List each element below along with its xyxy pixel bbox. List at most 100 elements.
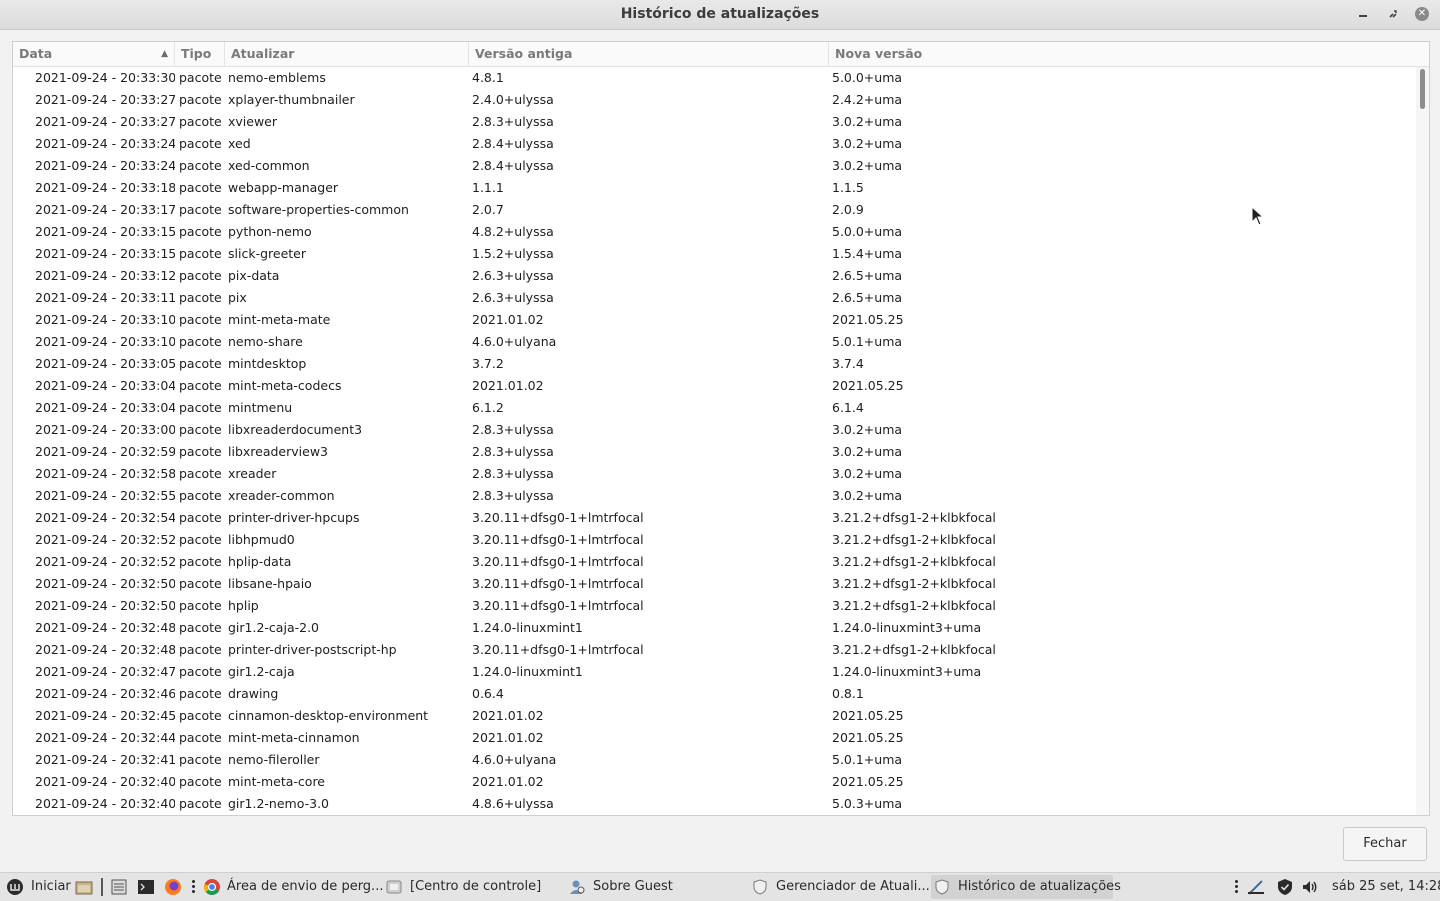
table-row[interactable]: 2021-09-24 - 20:32:41 pacote nemo-fileroll…: [13, 749, 1415, 771]
cell-date: 2021-09-24 - 20:32:45: [35, 708, 175, 723]
cell-old-version: 4.8.1: [472, 70, 504, 85]
firefox-icon: [165, 879, 181, 895]
cell-old-version: 3.20.11+dfsg0-1+lmtrfocal: [472, 598, 644, 613]
window-titlebar[interactable]: Histórico de atualizações ✕: [0, 0, 1440, 30]
table-row[interactable]: 2021-09-24 - 20:32:59 pacote libxreadervie…: [13, 441, 1415, 463]
table-row[interactable]: 2021-09-24 - 20:33:30 pacote nemo-emblems 4…: [13, 67, 1415, 89]
table-row[interactable]: 2021-09-24 - 20:32:54 pacote printer-drive…: [13, 507, 1415, 529]
table-row[interactable]: 2021-09-24 - 20:33:17 pacote software-prop…: [13, 199, 1415, 221]
table-row[interactable]: 2021-09-24 - 20:32:52 pacote libhpmud0 3.20…: [13, 529, 1415, 551]
table-row[interactable]: 2021-09-24 - 20:32:44 pacote mint-meta-cin…: [13, 727, 1415, 749]
cell-new-version: 1.5.4+uma: [832, 246, 903, 261]
table-row[interactable]: 2021-09-24 - 20:32:48 pacote gir1.2-caja-2…: [13, 617, 1415, 639]
launcher-keyboard[interactable]: [110, 873, 130, 901]
start-menu-label: Iniciar: [31, 879, 71, 894]
cell-old-version: 2.4.0+ulyssa: [472, 92, 554, 107]
cell-package: pix: [228, 290, 247, 305]
table-row[interactable]: 2021-09-24 - 20:32:55 pacote xreader-commo…: [13, 485, 1415, 507]
table-row[interactable]: 2021-09-24 - 20:32:46 pacote drawing 0.6.4 0…: [13, 683, 1415, 705]
launcher-files[interactable]: [75, 873, 95, 901]
table-row[interactable]: 2021-09-24 - 20:32:48 pacote printer-drive…: [13, 639, 1415, 661]
scrollbar-thumb[interactable]: [1420, 69, 1425, 109]
column-header-package[interactable]: Atualizar: [225, 42, 469, 66]
table-row[interactable]: 2021-09-24 - 20:33:24 pacote xed-common 2.8…: [13, 155, 1415, 177]
cell-type: pacote: [179, 752, 222, 767]
table-row[interactable]: 2021-09-24 - 20:33:04 pacote mintmenu 6.1.2…: [13, 397, 1415, 419]
cell-new-version: 1.24.0-linuxmint3+uma: [832, 664, 982, 679]
table-row[interactable]: 2021-09-24 - 20:33:10 pacote nemo-share 4.6…: [13, 331, 1415, 353]
table-row[interactable]: 2021-09-24 - 20:33:12 pacote pix-data 2.6.3…: [13, 265, 1415, 287]
cell-package: mintmenu: [228, 400, 293, 415]
launcher-terminal[interactable]: [137, 873, 157, 901]
cell-type: pacote: [179, 180, 222, 195]
table-row[interactable]: 2021-09-24 - 20:32:40 pacote mint-meta-cor…: [13, 771, 1415, 793]
table-row[interactable]: 2021-09-24 - 20:33:27 pacote xplayer-thumb…: [13, 89, 1415, 111]
column-header-new-version[interactable]: Nova versão: [829, 42, 1429, 66]
cell-type: pacote: [179, 664, 222, 679]
table-row[interactable]: 2021-09-24 - 20:32:50 pacote libsane-hpaio…: [13, 573, 1415, 595]
control-center-icon: [386, 880, 402, 894]
table-row[interactable]: 2021-09-24 - 20:33:15 pacote python-nemo 4.…: [13, 221, 1415, 243]
launcher-separator: [101, 878, 103, 896]
taskbar-window-update-manager[interactable]: Gerenciador de Atuali...: [749, 873, 930, 901]
minimize-button[interactable]: [1354, 5, 1372, 23]
shield-icon: [935, 879, 949, 895]
cell-old-version: 3.20.11+dfsg0-1+lmtrfocal: [472, 510, 644, 525]
taskbar-window-update-history[interactable]: Histórico de atualizações: [931, 875, 1121, 899]
cell-date: 2021-09-24 - 20:33:15: [35, 224, 175, 239]
cell-date: 2021-09-24 - 20:32:46: [35, 686, 175, 701]
tray-overflow-icon[interactable]: [1235, 880, 1238, 894]
cell-package: gir1.2-caja: [228, 664, 295, 679]
table-row[interactable]: 2021-09-24 - 20:33:04 pacote mint-meta-cod…: [13, 375, 1415, 397]
close-button[interactable]: Fechar: [1343, 827, 1427, 861]
table-row[interactable]: 2021-09-24 - 20:32:52 pacote hplip-data 3.2…: [13, 551, 1415, 573]
cell-type: pacote: [179, 466, 222, 481]
cell-date: 2021-09-24 - 20:33:12: [35, 268, 175, 283]
cell-new-version: 5.0.1+uma: [832, 752, 903, 767]
table-row[interactable]: 2021-09-24 - 20:32:45 pacote cinnamon-desk…: [13, 705, 1415, 727]
table-row[interactable]: 2021-09-24 - 20:33:15 pacote slick-greeter…: [13, 243, 1415, 265]
tray-update-shield[interactable]: [1276, 873, 1298, 901]
cell-new-version: 2021.05.25: [832, 378, 904, 393]
cell-old-version: 2.8.4+ulyssa: [472, 158, 554, 173]
table-row[interactable]: 2021-09-24 - 20:33:24 pacote xed 2.8.4+ulys…: [13, 133, 1415, 155]
taskbar-window-chrome[interactable]: Área de envio de perg...: [200, 873, 383, 901]
cell-type: pacote: [179, 444, 222, 459]
mint-logo-icon: [7, 879, 23, 895]
cell-old-version: 2021.01.02: [472, 378, 544, 393]
cell-old-version: 3.20.11+dfsg0-1+lmtrfocal: [472, 532, 644, 547]
cell-date: 2021-09-24 - 20:32:50: [35, 598, 175, 613]
table-row[interactable]: 2021-09-24 - 20:33:10 pacote mint-meta-mat…: [13, 309, 1415, 331]
column-header-type[interactable]: Tipo: [175, 42, 225, 66]
table-row[interactable]: 2021-09-24 - 20:33:18 pacote webapp-manage…: [13, 177, 1415, 199]
volume-icon: [1303, 881, 1317, 893]
cell-date: 2021-09-24 - 20:32:47: [35, 664, 175, 679]
table-row[interactable]: 2021-09-24 - 20:33:00 pacote libxreaderdoc…: [13, 419, 1415, 441]
table-row[interactable]: 2021-09-24 - 20:32:47 pacote gir1.2-caja 1.…: [13, 661, 1415, 683]
close-window-button[interactable]: ✕: [1413, 5, 1431, 23]
table-row[interactable]: 2021-09-24 - 20:33:05 pacote mintdesktop 3.…: [13, 353, 1415, 375]
tray-network[interactable]: [1247, 873, 1269, 901]
vertical-scrollbar[interactable]: [1416, 67, 1429, 815]
table-row[interactable]: 2021-09-24 - 20:33:27 pacote xviewer 2.8.3+…: [13, 111, 1415, 133]
maximize-button[interactable]: [1384, 5, 1402, 23]
cell-old-version: 2.8.3+ulyssa: [472, 488, 554, 503]
cell-date: 2021-09-24 - 20:33:24: [35, 136, 175, 151]
table-row[interactable]: 2021-09-24 - 20:32:40 pacote gir1.2-nemo-3…: [13, 793, 1415, 815]
table-row[interactable]: 2021-09-24 - 20:33:11 pacote pix 2.6.3+ulys…: [13, 287, 1415, 309]
cell-old-version: 4.6.0+ulyana: [472, 334, 557, 349]
more-launchers-icon[interactable]: [192, 880, 195, 894]
column-header-date[interactable]: Data ▲: [13, 42, 175, 66]
cell-date: 2021-09-24 - 20:32:44: [35, 730, 175, 745]
clock[interactable]: sáb 25 set, 14:28: [1332, 873, 1440, 901]
column-header-old-version[interactable]: Versão antiga: [469, 42, 829, 66]
launcher-firefox[interactable]: [164, 873, 184, 901]
taskbar-window-about-guest[interactable]: Sobre Guest: [566, 873, 736, 901]
tray-volume[interactable]: [1301, 873, 1323, 901]
cell-type: pacote: [179, 510, 222, 525]
table-row[interactable]: 2021-09-24 - 20:32:50 pacote hplip 3.20.11+…: [13, 595, 1415, 617]
table-row[interactable]: 2021-09-24 - 20:32:58 pacote xreader 2.8.3+…: [13, 463, 1415, 485]
cell-date: 2021-09-24 - 20:33:17: [35, 202, 175, 217]
taskbar-window-control-center[interactable]: [Centro de controle]: [383, 873, 553, 901]
cell-package: mint-meta-cinnamon: [228, 730, 360, 745]
